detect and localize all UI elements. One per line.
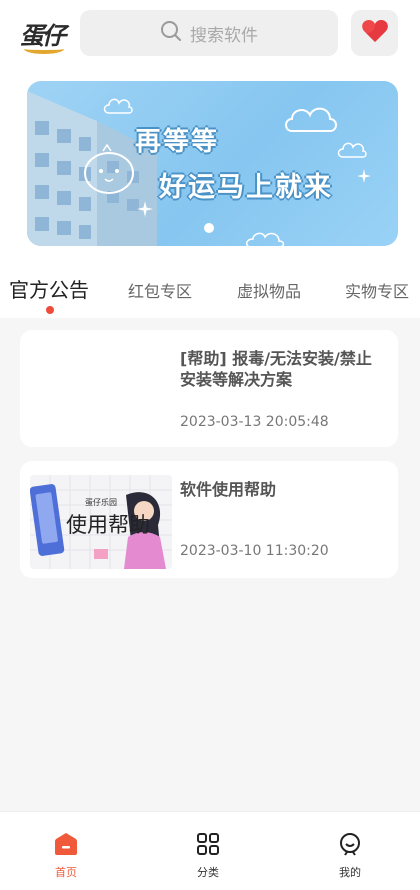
search-placeholder: 搜索软件 — [190, 25, 258, 46]
tab-physical-items[interactable]: 实物专区 — [345, 278, 409, 302]
carousel-indicator[interactable] — [204, 223, 214, 233]
top-area: 蛋仔 搜索软件 再等等 好运马上就来 官方公告 红包专区 虚拟物品 实物专区 — [0, 0, 420, 318]
tabbar-label: 首页 — [55, 866, 77, 879]
banner-line-1: 再等等 — [135, 127, 220, 157]
banner-line-2: 好运马上就来 — [159, 172, 333, 203]
cloud-decoration — [103, 98, 133, 114]
mascot-decoration — [84, 143, 134, 194]
cloud-decoration — [246, 232, 285, 246]
thumbnail-small-text: 蛋仔乐园 — [85, 498, 117, 507]
promo-banner[interactable]: 再等等 好运马上就来 — [27, 81, 398, 246]
post-card[interactable]: 蛋仔乐园 使用帮助 软件使用帮助 2023-03-10 11:30:20 — [20, 461, 398, 578]
search-bar[interactable]: 搜索软件 — [80, 10, 338, 56]
tabbar-profile[interactable]: 我的 — [320, 832, 380, 882]
tabbar-category[interactable]: 分类 — [178, 832, 238, 882]
cloud-decoration — [337, 142, 367, 158]
bottom-tab-bar: 首页 分类 我的 — [0, 811, 420, 890]
heart-icon — [361, 18, 389, 48]
favorites-button[interactable] — [351, 10, 398, 56]
tabbar-home[interactable]: 首页 — [36, 832, 96, 882]
cloud-decoration — [285, 107, 337, 132]
post-title: 软件使用帮助 — [180, 480, 277, 499]
grid-icon — [196, 833, 220, 860]
tabbar-label: 我的 — [339, 866, 361, 879]
sparkle-decoration — [137, 201, 153, 217]
tab-virtual-items[interactable]: 虚拟物品 — [237, 278, 301, 302]
post-card[interactable]: [帮助] 报毒/无法安装/禁止安装等解决方案 2023-03-13 20:05:… — [20, 330, 398, 447]
tab-official-announcements[interactable]: 官方公告 — [9, 274, 89, 303]
sparkle-decoration — [357, 169, 371, 183]
thumbnail-caption: 使用帮助 — [66, 513, 150, 537]
tabbar-label: 分类 — [197, 866, 219, 879]
post-thumbnail: 蛋仔乐园 使用帮助 — [30, 475, 172, 569]
home-icon — [54, 833, 78, 860]
logo-swoosh — [24, 44, 64, 54]
active-tab-indicator — [46, 306, 54, 314]
app-logo[interactable]: 蛋仔 — [18, 14, 70, 58]
search-icon — [160, 20, 182, 46]
post-date: 2023-03-13 20:05:48 — [180, 414, 329, 430]
tab-red-packets[interactable]: 红包专区 — [128, 278, 192, 302]
category-tabs: 官方公告 红包专区 虚拟物品 实物专区 — [0, 270, 420, 314]
profile-icon — [338, 833, 362, 860]
post-title: [帮助] 报毒/无法安装/禁止安装等解决方案 — [180, 349, 372, 389]
post-date: 2023-03-10 11:30:20 — [180, 543, 329, 559]
